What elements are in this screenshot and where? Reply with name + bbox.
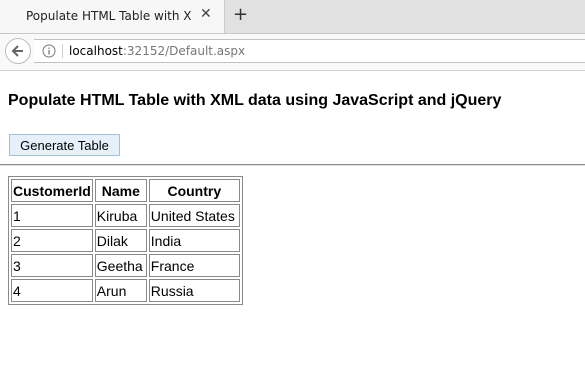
- cell-customerid: 1: [11, 204, 93, 227]
- cell-name: Kiruba: [94, 204, 147, 227]
- cell-country: France: [148, 254, 240, 277]
- cell-name: Dilak: [94, 229, 147, 252]
- table-row: 1 Kiruba United States: [11, 204, 240, 227]
- cell-customerid: 2: [11, 229, 93, 252]
- column-header-country: Country: [148, 179, 240, 202]
- cell-country: India: [148, 229, 240, 252]
- table-row: 3 Geetha France: [11, 254, 240, 277]
- cell-name: Arun: [94, 279, 147, 302]
- column-header-customerid: CustomerId: [11, 179, 93, 202]
- generate-table-button[interactable]: Generate Table: [9, 134, 120, 156]
- horizontal-rule: [0, 164, 585, 166]
- page-content: Populate HTML Table with XML data using …: [0, 71, 585, 370]
- new-tab-icon[interactable]: +: [233, 4, 248, 25]
- table-row: 2 Dilak India: [11, 229, 240, 252]
- cell-name: Geetha: [94, 254, 147, 277]
- navigation-bar: localhost:32152/Default.aspx: [0, 34, 585, 71]
- url-path: :32152/Default.aspx: [122, 44, 246, 58]
- address-bar[interactable]: localhost:32152/Default.aspx: [34, 39, 585, 63]
- tab-title: Populate HTML Table with X...: [26, 9, 191, 23]
- close-icon[interactable]: ✕: [200, 6, 212, 22]
- url-host: localhost: [69, 44, 123, 58]
- column-header-name: Name: [94, 179, 147, 202]
- table-header-row: CustomerId Name Country: [11, 179, 240, 202]
- info-icon[interactable]: [42, 44, 56, 58]
- table-row: 4 Arun Russia: [11, 279, 240, 302]
- tab-bar: Populate HTML Table with X... ✕ +: [0, 0, 585, 34]
- url-text[interactable]: localhost:32152/Default.aspx: [69, 44, 245, 58]
- cell-country: Russia: [148, 279, 240, 302]
- customer-table: CustomerId Name Country 1 Kiruba United …: [8, 176, 243, 305]
- cell-customerid: 3: [11, 254, 93, 277]
- cell-country: United States: [148, 204, 240, 227]
- browser-tab[interactable]: Populate HTML Table with X... ✕: [0, 0, 225, 33]
- cell-customerid: 4: [11, 279, 93, 302]
- url-separator: [62, 44, 63, 58]
- page-title: Populate HTML Table with XML data using …: [8, 92, 502, 109]
- back-button[interactable]: [5, 38, 31, 64]
- back-arrow-icon: [11, 45, 23, 57]
